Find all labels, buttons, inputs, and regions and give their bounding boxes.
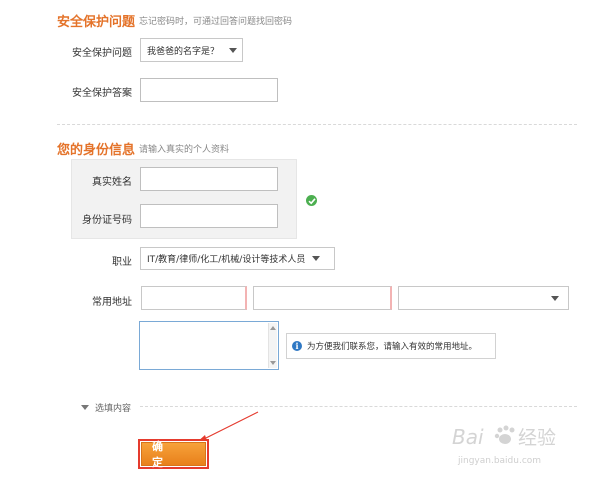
address-tip: i 为方便我们联系您，请输入有效的常用地址。 xyxy=(286,333,496,359)
textarea-scrollbar[interactable] xyxy=(268,323,277,368)
address-label: 常用地址 xyxy=(92,297,132,308)
real-name-label: 真实姓名 xyxy=(92,177,132,188)
info-icon: i xyxy=(292,341,302,351)
security-question-select[interactable]: 我爸爸的名字是？ xyxy=(140,38,243,62)
security-answer-input[interactable] xyxy=(140,78,278,102)
identity-section-hint: 请输入真实的个人资料 xyxy=(139,145,230,155)
address-tip-text: 为方便我们联系您，请输入有效的常用地址。 xyxy=(307,342,478,352)
scroll-down-icon xyxy=(270,361,276,365)
baidu-watermark: Bai 经验 jingyan.baidu.com xyxy=(448,420,598,468)
svg-text:经验: 经验 xyxy=(518,427,556,449)
optional-toggle[interactable]: 选填内容 xyxy=(81,401,131,414)
id-number-label: 身份证号码 xyxy=(82,215,132,226)
address-detail-textarea[interactable] xyxy=(139,321,279,370)
optional-label: 选填内容 xyxy=(95,404,132,414)
triangle-down-icon xyxy=(81,405,89,410)
chevron-down-icon xyxy=(312,256,321,261)
optional-divider xyxy=(140,406,577,407)
svg-text:Bai: Bai xyxy=(452,425,484,449)
address-province-select[interactable] xyxy=(141,286,247,310)
security-answer-label: 安全保护答案 xyxy=(72,88,132,99)
confirm-button-frame: 确 定 xyxy=(138,439,209,469)
identity-section-title: 您的身份信息 xyxy=(57,143,136,158)
chevron-down-icon xyxy=(229,47,238,53)
security-question-value: 我爸爸的名字是？ xyxy=(147,46,220,57)
security-question-label: 安全保护问题 xyxy=(72,48,132,59)
scroll-up-icon xyxy=(270,326,276,330)
address-city-select[interactable] xyxy=(253,286,392,310)
occupation-value: IT/教育/律师/化工/机械/设计等技术人员 xyxy=(147,255,306,265)
address-district-select[interactable] xyxy=(398,286,569,310)
confirm-button[interactable]: 确 定 xyxy=(141,440,206,469)
baidu-paw-logo: Bai 经验 xyxy=(452,425,556,449)
real-name-input[interactable] xyxy=(140,167,278,191)
check-icon xyxy=(306,195,317,206)
watermark-url: jingyan.baidu.com xyxy=(458,456,542,466)
section-divider xyxy=(57,124,577,125)
occupation-select[interactable]: IT/教育/律师/化工/机械/设计等技术人员 xyxy=(140,247,335,270)
security-section-title: 安全保护问题 xyxy=(57,15,136,30)
chevron-down-icon xyxy=(551,295,559,301)
occupation-label: 职业 xyxy=(112,257,132,268)
security-section-hint: 忘记密码时，可通过回答问题找回密码 xyxy=(139,17,293,27)
id-number-input[interactable] xyxy=(140,204,278,228)
